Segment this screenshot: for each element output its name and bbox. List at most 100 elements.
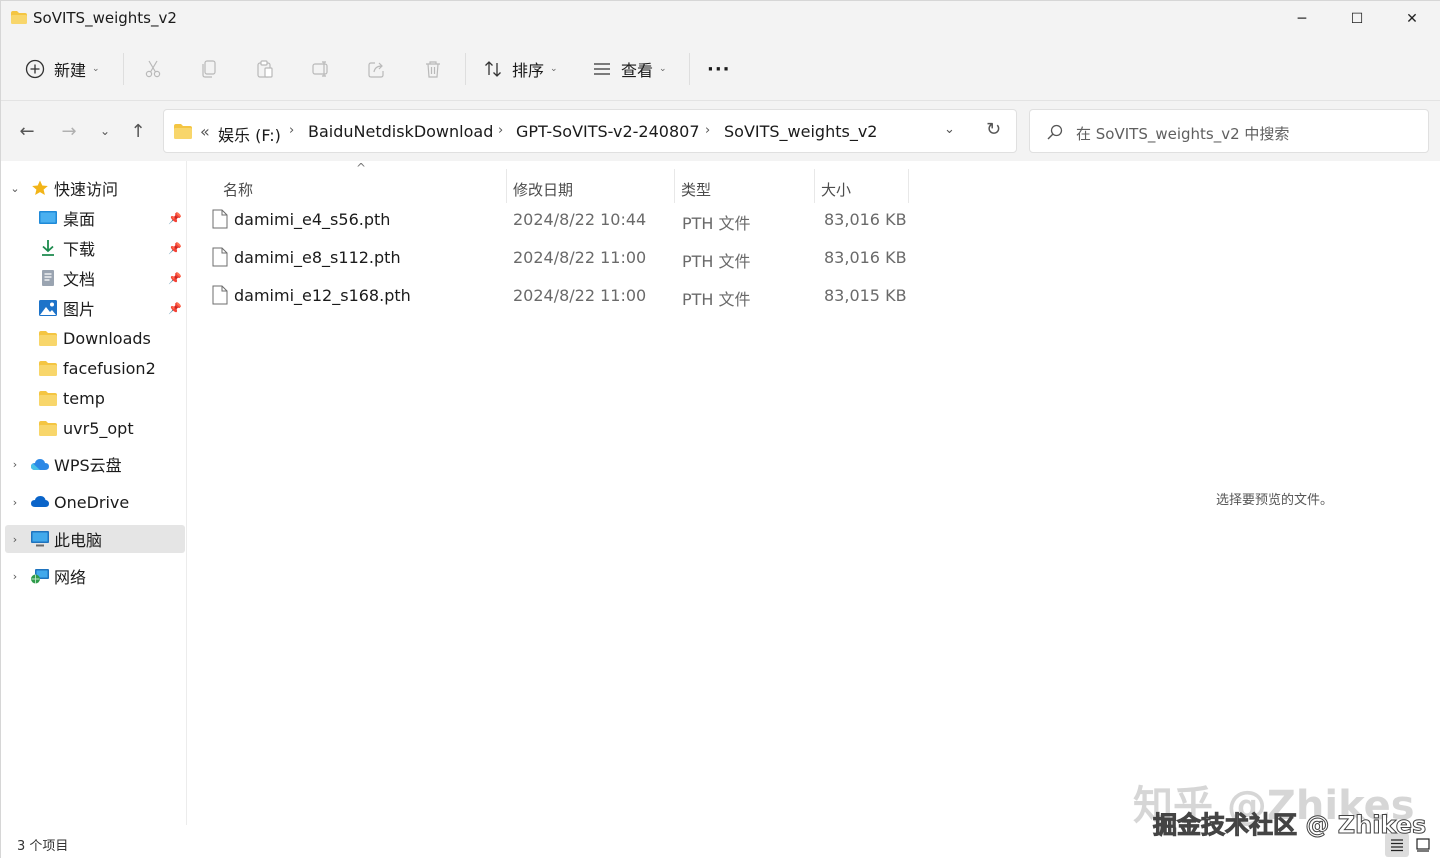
sidebar-item-facefusion2[interactable]: facefusion2: [5, 354, 185, 382]
sidebar-item-label: 快速访问: [54, 180, 119, 199]
view-list-icon: [594, 63, 610, 75]
sidebar-item-download[interactable]: 下载 📌: [5, 234, 185, 262]
column-divider[interactable]: [908, 169, 909, 203]
download-icon: [42, 240, 54, 256]
pin-icon[interactable]: 📌: [168, 272, 182, 285]
new-button[interactable]: 新建 ⌄: [25, 53, 100, 85]
search-input[interactable]: 在 SoVITS_weights_v2 中搜索: [1029, 109, 1429, 153]
paste-icon[interactable]: [253, 57, 277, 81]
sidebar-item-this-pc[interactable]: › 此电脑: [5, 525, 185, 553]
minimize-button[interactable]: ─: [1275, 1, 1329, 37]
divider: [689, 53, 690, 85]
file-type: PTH 文件: [682, 214, 751, 233]
refresh-icon[interactable]: ↻: [986, 119, 1001, 140]
sidebar-item-label: 桌面: [63, 210, 96, 229]
breadcrumb-overflow[interactable]: «: [200, 122, 210, 141]
chevron-down-icon[interactable]: ⌄: [944, 122, 955, 137]
sort-button[interactable]: 排序 ⌄: [483, 53, 558, 85]
up-arrow-icon[interactable]: ↑: [124, 117, 152, 145]
chevron-right-icon[interactable]: ›: [9, 533, 21, 546]
search-icon: [1047, 124, 1063, 140]
maximize-button[interactable]: ☐: [1330, 1, 1384, 37]
close-button[interactable]: ✕: [1385, 1, 1439, 37]
sidebar-item-label: OneDrive: [54, 492, 130, 512]
file-size: 83,016 KB: [824, 248, 907, 267]
sidebar-item-downloads-folder[interactable]: Downloads: [5, 324, 185, 352]
sort-icon: [485, 61, 501, 77]
chevron-down-icon: ⌄: [659, 64, 667, 74]
file-type: PTH 文件: [682, 290, 751, 309]
breadcrumb-gpt-sovits[interactable]: GPT-SoVITS-v2-240807: [516, 122, 700, 141]
sidebar-item-label: temp: [63, 388, 105, 408]
file-type: PTH 文件: [682, 252, 751, 271]
back-arrow-icon[interactable]: ←: [13, 117, 41, 145]
file-row[interactable]: damimi_e8_s112.pth 2024/8/22 11:00 PTH 文…: [204, 240, 914, 276]
breadcrumb-drive[interactable]: 娱乐 (F:): [218, 122, 281, 146]
sort-label: 排序: [512, 61, 545, 80]
view-label: 查看: [621, 61, 654, 80]
more-options-button[interactable]: ···: [707, 53, 731, 85]
breadcrumb-baidunetdisk[interactable]: BaiduNetdiskDownload: [308, 122, 493, 141]
folder-icon: [39, 331, 57, 346]
chevron-down-icon[interactable]: ⌄: [9, 182, 21, 195]
sidebar-item-label: uvr5_opt: [63, 418, 134, 438]
chevron-right-icon[interactable]: ›: [9, 570, 21, 583]
forward-arrow-icon[interactable]: →: [55, 117, 83, 145]
address-bar[interactable]: « 娱乐 (F:) › BaiduNetdiskDownload › GPT-S…: [163, 109, 1017, 153]
sidebar-item-documents[interactable]: 文档 📌: [5, 264, 185, 292]
sidebar-item-desktop[interactable]: 桌面 📌: [5, 204, 185, 232]
file-icon: [212, 247, 228, 267]
chevron-down-icon: ⌄: [550, 64, 558, 74]
sidebar-item-temp[interactable]: temp: [5, 384, 185, 412]
file-row[interactable]: damimi_e4_s56.pth 2024/8/22 10:44 PTH 文件…: [204, 202, 914, 238]
sidebar-item-network[interactable]: › 网络: [5, 562, 185, 590]
sidebar-item-onedrive[interactable]: › OneDrive: [5, 488, 185, 516]
breadcrumb-current[interactable]: SoVITS_weights_v2: [724, 122, 877, 141]
desktop-icon: [39, 211, 57, 224]
folder-icon: [39, 391, 57, 406]
file-icon: [212, 209, 228, 229]
pictures-icon: [39, 300, 57, 316]
sidebar-item-wps-cloud[interactable]: › WPS云盘: [5, 450, 185, 478]
delete-icon[interactable]: [421, 57, 445, 81]
column-divider[interactable]: [814, 169, 815, 203]
file-explorer-window: SoVITS_weights_v2 ─ ☐ ✕ 新建 ⌄ 排序 ⌄ 查看 ⌄ ·…: [0, 0, 1440, 858]
title-bar: SoVITS_weights_v2 ─ ☐ ✕: [1, 1, 1440, 37]
sidebar-item-label: WPS云盘: [54, 456, 122, 475]
pin-icon[interactable]: 📌: [168, 302, 182, 315]
document-icon: [42, 270, 54, 286]
file-name: damimi_e8_s112.pth: [234, 248, 401, 267]
view-button[interactable]: 查看 ⌄: [592, 53, 667, 85]
chevron-right-icon[interactable]: ›: [9, 458, 21, 471]
file-icon: [212, 285, 228, 305]
preview-pane-message: 选择要预览的文件。: [1216, 493, 1334, 508]
sidebar-item-pictures[interactable]: 图片 📌: [5, 294, 185, 322]
folder-icon: [174, 124, 192, 139]
item-count: 3 个项目: [17, 839, 69, 854]
share-icon[interactable]: [365, 57, 389, 81]
onedrive-icon: [31, 496, 49, 507]
chevron-right-icon[interactable]: ›: [9, 496, 21, 509]
rename-icon[interactable]: [309, 57, 333, 81]
copy-icon[interactable]: [197, 57, 221, 81]
window-title: SoVITS_weights_v2: [33, 9, 177, 27]
file-row[interactable]: damimi_e12_s168.pth 2024/8/22 11:00 PTH …: [204, 278, 914, 314]
pin-icon[interactable]: 📌: [168, 242, 182, 255]
file-size: 83,015 KB: [824, 286, 907, 305]
file-name: damimi_e12_s168.pth: [234, 286, 411, 305]
recent-locations-chevron-icon[interactable]: ⌄: [91, 117, 119, 145]
chevron-down-icon: ⌄: [92, 64, 100, 74]
sidebar-item-label: 网络: [54, 568, 87, 587]
sidebar-item-quick-access[interactable]: ⌄ 快速访问: [5, 174, 185, 202]
sidebar-item-label: 文档: [63, 270, 96, 289]
breadcrumb-separator: ›: [498, 123, 504, 138]
new-label: 新建: [54, 61, 87, 80]
pin-icon[interactable]: 📌: [168, 212, 182, 225]
divider: [465, 53, 466, 85]
folder-icon: [39, 421, 57, 436]
sidebar-item-uvr5-opt[interactable]: uvr5_opt: [5, 414, 185, 442]
cut-icon[interactable]: [141, 57, 165, 81]
file-date: 2024/8/22 10:44: [513, 210, 647, 229]
column-divider[interactable]: [674, 169, 675, 203]
column-divider[interactable]: [506, 169, 507, 203]
